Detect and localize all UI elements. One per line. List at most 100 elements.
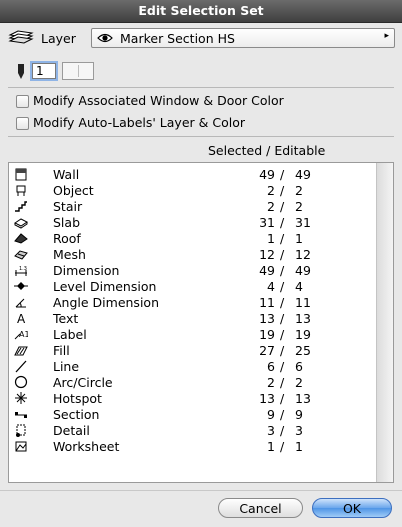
element-type-list[interactable]: Wall 49/49 Object 2/2 Stair 2/2 Slab 31/31 Roof 1… [8, 162, 394, 483]
item-name: Slab [53, 215, 81, 230]
list-item[interactable]: Line 6 / 6 [9, 358, 377, 374]
list-item[interactable]: Roof 1 / 1 [9, 230, 377, 246]
layer-row: Layer Marker Section HS ▸ [8, 28, 395, 48]
wall-icon [15, 168, 27, 181]
item-editable-count: 9 [295, 407, 303, 422]
item-separator: / [280, 391, 285, 406]
hotspot-icon [15, 392, 27, 404]
pen-color-swatch[interactable] [62, 62, 94, 80]
item-name: Label [53, 327, 87, 342]
item-separator: / [280, 199, 285, 214]
item-editable-count: 12 [295, 247, 311, 262]
item-name: Level Dimension [53, 279, 157, 294]
section-icon [15, 412, 27, 418]
list-item[interactable]: Hotspot 13 / 13 [9, 390, 377, 406]
list-item[interactable]: Wall 49 / 49 [9, 166, 377, 182]
item-name: Line [53, 359, 80, 374]
swatch-divider [78, 65, 79, 77]
list-item[interactable]: Mesh 12 / 12 [9, 246, 377, 262]
item-name: Roof [53, 231, 81, 246]
item-selected-count: 6 [267, 359, 275, 374]
list-item[interactable]: Angle Dimension 11 / 11 [9, 294, 377, 310]
item-selected-count: 49 [259, 263, 275, 278]
item-selected-count: 19 [259, 327, 275, 342]
item-editable-count: 2 [295, 183, 303, 198]
item-editable-count: 31 [295, 215, 311, 230]
cancel-button[interactable]: Cancel [218, 498, 303, 518]
window-door-color-label: Modify Associated Window & Door Color [33, 93, 284, 108]
layer-dropdown-value: Marker Section HS [120, 31, 235, 46]
list-item[interactable]: Section 9 / 9 [9, 406, 377, 422]
worksheet-icon [15, 441, 27, 452]
item-separator: / [280, 167, 285, 182]
layer-dropdown[interactable]: Marker Section HS ▸ [91, 28, 395, 48]
auto-labels-checkbox[interactable] [16, 117, 29, 130]
item-separator: / [280, 311, 285, 326]
ok-button[interactable]: OK [312, 498, 392, 518]
pen-number-input[interactable]: 1 [32, 63, 56, 79]
fill-icon [14, 346, 28, 356]
item-selected-count: 2 [267, 199, 275, 214]
item-separator: / [280, 359, 285, 374]
svg-text:A: A [17, 312, 26, 325]
item-name: Section [53, 407, 100, 422]
list-item[interactable]: A Text 13 / 13 [9, 310, 377, 326]
layers-icon [8, 30, 34, 44]
eye-icon [97, 33, 113, 43]
list-item[interactable]: Arc/Circle 2 / 2 [9, 374, 377, 390]
slab-icon [14, 218, 28, 229]
stair-icon [15, 201, 27, 212]
divider [8, 136, 394, 137]
divider [0, 490, 402, 491]
item-name: Stair [53, 199, 83, 214]
item-selected-count: 9 [267, 407, 275, 422]
list-item[interactable]: Detail 3 / 3 [9, 422, 377, 438]
detail-icon [16, 424, 26, 437]
item-separator: / [280, 343, 285, 358]
mesh-icon [14, 250, 28, 260]
scrollbar[interactable] [376, 163, 393, 482]
item-editable-count: 49 [295, 167, 311, 182]
item-editable-count: 49 [295, 263, 311, 278]
item-name: Mesh [53, 247, 86, 262]
title-bar[interactable]: Edit Selection Set [0, 0, 402, 23]
angle-dimension-icon [15, 298, 26, 308]
svg-text:1.3: 1.3 [19, 266, 27, 272]
item-selected-count: 4 [267, 279, 275, 294]
window-door-color-checkbox[interactable] [16, 95, 29, 108]
list-item[interactable]: Fill 27 / 25 [9, 342, 377, 358]
item-selected-count: 13 [259, 391, 275, 406]
list-item[interactable]: Worksheet 1 / 1 [9, 438, 377, 454]
item-separator: / [280, 231, 285, 246]
item-selected-count: 3 [267, 423, 275, 438]
selected-editable-header: Selected / Editable [208, 143, 326, 158]
list-rows: Wall 49/49 Object 2/2 Stair 2/2 Slab 31/31 Roof 1… [9, 166, 377, 454]
list-item[interactable]: Slab 31 / 31 [9, 214, 377, 230]
text-icon: A [17, 312, 26, 325]
item-editable-count: 19 [295, 327, 311, 342]
item-name: Dimension [53, 263, 120, 278]
list-item[interactable]: 1.3 Dimension 49 / 49 [9, 262, 377, 278]
level-dimension-icon [14, 282, 28, 290]
list-item[interactable]: Level Dimension 4 / 4 [9, 278, 377, 294]
item-name: Worksheet [53, 439, 120, 454]
item-name: Detail [53, 423, 90, 438]
item-editable-count: 13 [295, 311, 311, 326]
item-name: Wall [53, 167, 80, 182]
item-editable-count: 3 [295, 423, 303, 438]
label-icon: A1 [14, 330, 28, 340]
item-selected-count: 12 [259, 247, 275, 262]
item-separator: / [280, 375, 285, 390]
auto-labels-label: Modify Auto-Labels' Layer & Color [33, 115, 245, 130]
item-name: Arc/Circle [53, 375, 113, 390]
item-separator: / [280, 295, 285, 310]
item-name: Hotspot [53, 391, 102, 406]
list-item[interactable]: Object 2 / 2 [9, 182, 377, 198]
list-item[interactable]: Stair 2 / 2 [9, 198, 377, 214]
item-selected-count: 31 [259, 215, 275, 230]
roof-icon [14, 233, 28, 244]
item-selected-count: 27 [259, 343, 275, 358]
item-separator: / [280, 247, 285, 262]
item-name: Angle Dimension [53, 295, 159, 310]
list-item[interactable]: A1 Label 19 / 19 [9, 326, 377, 342]
